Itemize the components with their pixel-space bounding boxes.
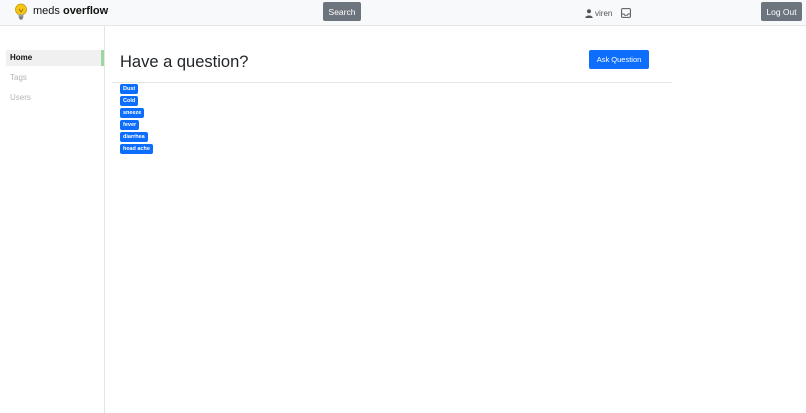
brand-prefix: meds — [33, 5, 60, 17]
ask-question-button[interactable]: Ask Question — [589, 50, 649, 69]
divider — [112, 82, 672, 83]
inbox-icon[interactable] — [621, 5, 631, 23]
search-button[interactable]: Search — [323, 2, 361, 21]
tag-badge[interactable]: sneeze — [120, 108, 145, 118]
top-navbar: meds overflow Search viren Log Out — [0, 0, 806, 26]
tag-badge[interactable]: head ache — [120, 144, 153, 154]
sidebar-item-home[interactable]: Home — [6, 50, 104, 66]
tag-list: Dust Cold sneeze fever diarrhea head ach… — [120, 84, 153, 156]
tag-badge[interactable]: diarrhea — [120, 132, 148, 142]
user-name: viren — [595, 9, 613, 18]
tag-badge[interactable]: Dust — [120, 84, 139, 94]
person-icon — [585, 5, 593, 23]
logout-button[interactable]: Log Out — [761, 2, 802, 21]
tag-badge[interactable]: fever — [120, 120, 140, 130]
brand-name[interactable]: meds overflow — [33, 4, 108, 18]
lightbulb-icon[interactable] — [14, 3, 28, 21]
brand-bold: overflow — [62, 5, 109, 17]
sidebar: Home Tags Users — [0, 26, 105, 413]
page-title: Have a question? — [120, 53, 249, 71]
sidebar-item-users[interactable]: Users — [6, 90, 104, 106]
tag-badge[interactable]: Cold — [120, 96, 139, 106]
sidebar-item-tags[interactable]: Tags — [6, 70, 104, 86]
user-profile-link[interactable]: viren — [585, 5, 612, 23]
